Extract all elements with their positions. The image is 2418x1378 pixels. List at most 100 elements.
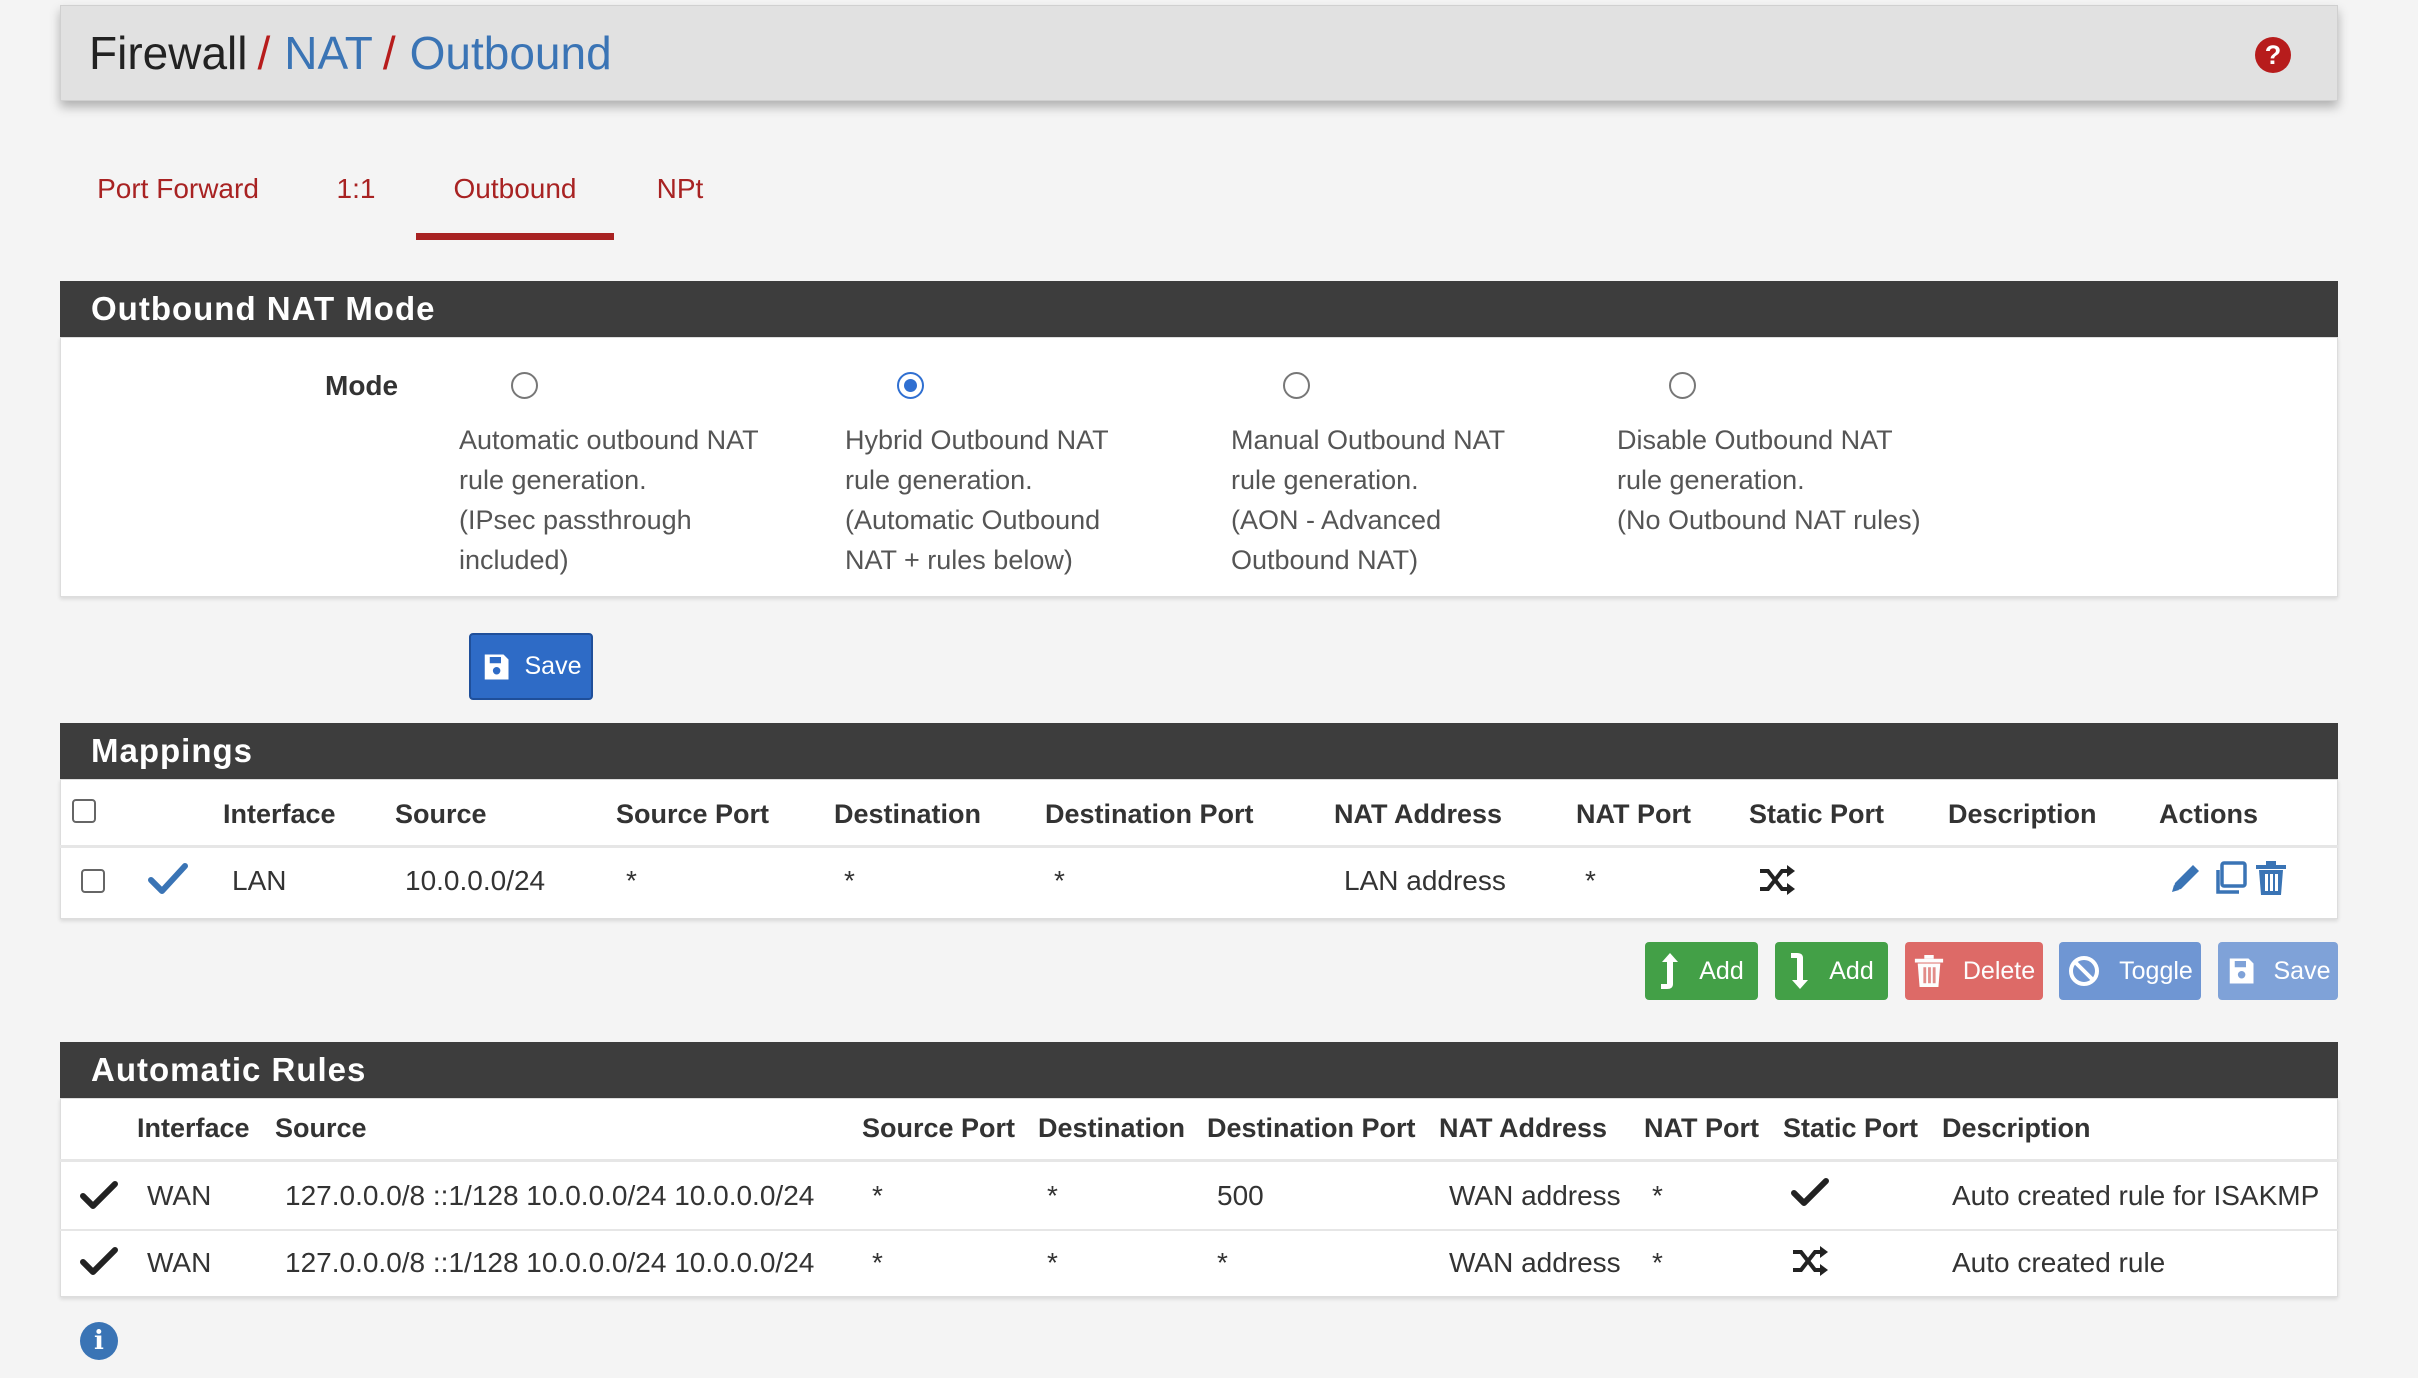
help-icon[interactable]: ? [2255,37,2291,73]
delete-button[interactable]: Delete [1905,942,2043,1000]
checkmark-icon [80,1247,118,1275]
trash-icon [1914,955,1943,987]
cell-destination: * [1047,1247,1058,1278]
mode-text-line: (Automatic Outbound [845,505,1101,535]
cell-destination: * [1047,1180,1058,1211]
row-select-checkbox[interactable] [81,869,105,893]
breadcrumb-separator: / [382,27,396,79]
cell-nat-address: LAN address [1344,865,1506,896]
cell-destination-port: * [1054,865,1065,896]
mode-text-line: rule generation. [1231,465,1419,495]
nat-mode-save-button[interactable]: Save [469,633,593,700]
disable-mode-description: Disable Outbound NAT rule generation. (N… [1617,420,1957,540]
automatic-mode-description: Automatic outbound NAT rule generation. … [459,420,799,580]
cell-nat-address: WAN address [1449,1180,1621,1211]
mode-text-line: included) [459,545,569,575]
mode-text-line: Disable Outbound NAT [1617,425,1893,455]
mode-text-line: (No Outbound NAT rules) [1617,505,1921,535]
hybrid-mode-description: Hybrid Outbound NAT rule generation. (Au… [845,420,1185,580]
mode-text-line: Automatic outbound NAT [459,425,759,455]
col-destination-port: Destination Port [1207,1113,1416,1143]
cell-destination: * [844,865,855,896]
nat-mode-panel [60,337,2338,597]
select-all-checkbox[interactable] [72,799,96,823]
mode-text-line: NAT + rules below) [845,545,1073,575]
col-source: Source [275,1113,367,1143]
save-label: Save [524,652,582,680]
toggle-label: Toggle [2119,956,2193,985]
manual-mode-radio[interactable] [1283,372,1310,399]
mode-label: Mode [325,370,399,401]
col-description: Description [1942,1113,2091,1143]
trash-icon[interactable] [2254,860,2288,896]
cell-nat-address: WAN address [1449,1247,1621,1278]
toggle-button[interactable]: Toggle [2059,942,2201,1000]
cell-description: Auto created rule for ISAKMP [1952,1180,2320,1211]
mode-text-line: Hybrid Outbound NAT [845,425,1109,455]
info-icon[interactable]: i [80,1322,118,1360]
add-rule-bottom-button[interactable]: Add [1775,942,1888,1000]
automatic-rules-panel-title: Automatic Rules [60,1042,2338,1098]
col-nat-port: NAT Port [1644,1113,1759,1143]
ban-icon [2069,956,2100,986]
cell-source: 127.0.0.0/8 ::1/128 10.0.0.0/24 10.0.0.0… [285,1180,815,1211]
mode-text-line: rule generation. [1617,465,1805,495]
nat-tabs: Port Forward 1:1 Outbound NPt [60,150,746,240]
cell-nat-port: * [1585,865,1596,896]
tab-one-to-one[interactable]: 1:1 [296,150,416,240]
arrow-down-icon [1791,953,1809,989]
shuffle-icon [1760,865,1795,895]
edit-pencil-icon[interactable] [2168,860,2204,896]
cell-destination-port: 500 [1217,1180,1264,1211]
header-divider [60,845,2338,848]
cell-description: Auto created rule [1952,1247,2166,1278]
mode-text-line: rule generation. [459,465,647,495]
breadcrumb-firewall: Firewall [89,27,248,79]
col-nat-port: NAT Port [1576,799,1691,829]
col-source-port: Source Port [616,799,770,829]
cell-interface: LAN [232,865,287,896]
enabled-checkmark-icon[interactable] [148,862,188,896]
add-rule-top-button[interactable]: Add [1645,942,1758,1000]
save-label: Save [2273,956,2331,985]
mode-text-line: (AON - Advanced [1231,505,1442,535]
add-top-label: Add [1699,956,1744,985]
cell-interface: WAN [147,1180,212,1211]
cell-source: 10.0.0.0/24 [405,865,546,896]
breadcrumb: Firewall / NAT / Outbound [89,26,612,80]
col-interface: Interface [223,799,336,829]
automatic-mode-radio[interactable] [511,372,538,399]
shuffle-icon [1793,1246,1828,1276]
manual-mode-description: Manual Outbound NAT rule generation. (AO… [1231,420,1571,580]
tab-npt[interactable]: NPt [614,150,746,240]
row-divider [60,1229,2338,1231]
arrow-up-icon [1661,953,1679,989]
col-static-port: Static Port [1749,799,1885,829]
col-interface: Interface [137,1113,250,1143]
copy-icon[interactable] [2212,860,2248,896]
checkmark-icon [80,1181,118,1209]
tab-port-forward[interactable]: Port Forward [60,150,296,240]
delete-label: Delete [1962,956,2036,985]
breadcrumb-outbound-link[interactable]: Outbound [410,26,612,80]
col-destination: Destination [834,799,982,829]
col-destination-port: Destination Port [1045,799,1254,829]
cell-destination-port: * [1217,1247,1228,1278]
mappings-panel-title: Mappings [60,723,2338,779]
tab-outbound[interactable]: Outbound [416,150,614,240]
floppy-disk-icon [2229,958,2253,984]
mode-text-line: rule generation. [845,465,1033,495]
col-description: Description [1948,799,2097,829]
col-static-port: Static Port [1783,1113,1919,1143]
breadcrumb-nat-link[interactable]: NAT [284,26,373,80]
mode-text-line: Manual Outbound NAT [1231,425,1506,455]
page-header: Firewall / NAT / Outbound ? [60,5,2338,101]
cell-interface: WAN [147,1247,212,1278]
mappings-save-button[interactable]: Save [2218,942,2338,1000]
hybrid-mode-radio[interactable] [897,372,924,399]
col-source-port: Source Port [862,1113,1016,1143]
floppy-disk-icon [484,654,508,679]
cell-source-port: * [872,1247,883,1278]
disable-mode-radio[interactable] [1669,372,1696,399]
cell-source-port: * [872,1180,883,1211]
